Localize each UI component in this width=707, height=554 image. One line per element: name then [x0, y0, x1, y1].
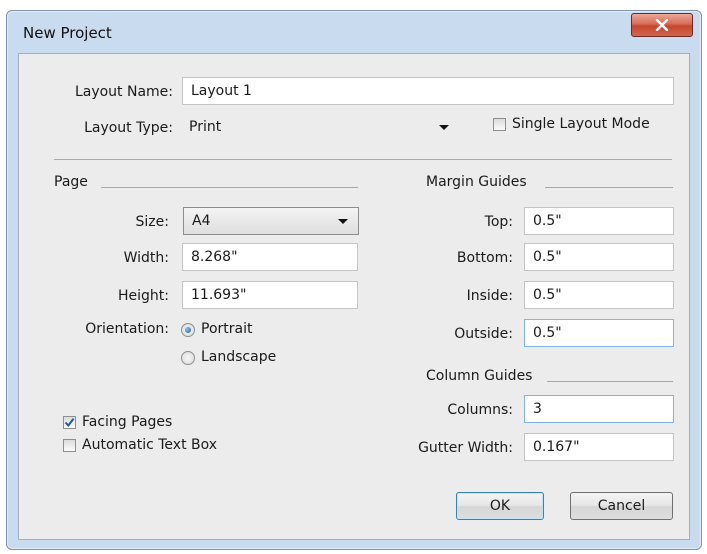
page-section-label: Page [54, 174, 88, 190]
facing-pages-checkbox[interactable]: Facing Pages [63, 412, 223, 434]
single-layout-mode-label: Single Layout Mode [512, 116, 650, 132]
dialog-body: Layout Name: Layout 1 Layout Type: Print… [18, 53, 690, 540]
columns-input[interactable]: 3 [524, 395, 674, 423]
size-select[interactable]: A4 [183, 207, 359, 235]
single-layout-mode-checkbox[interactable]: Single Layout Mode [493, 113, 683, 137]
orientation-label: Orientation: [85, 321, 169, 337]
cancel-button[interactable]: Cancel [570, 492, 673, 520]
landscape-label: Landscape [201, 349, 277, 365]
layout-type-select[interactable]: Print [182, 113, 457, 141]
portrait-radio-button[interactable] [181, 323, 195, 337]
layout-type-value: Print [189, 119, 222, 135]
landscape-radio[interactable]: Landscape [181, 348, 311, 370]
outside-label: Outside: [454, 326, 513, 342]
width-input[interactable]: 8.268" [182, 243, 358, 271]
top-margin-input[interactable]: 0.5" [524, 207, 674, 235]
facing-pages-label: Facing Pages [82, 414, 173, 430]
chevron-down-icon [439, 125, 449, 130]
dialog-title: New Project [23, 24, 112, 42]
inside-label: Inside: [466, 288, 513, 304]
width-label: Width: [123, 250, 169, 266]
layout-name-label: Layout Name: [74, 84, 173, 100]
portrait-radio[interactable]: Portrait [181, 320, 301, 342]
margin-guides-section-label: Margin Guides [426, 174, 527, 190]
check-mark-icon [64, 418, 75, 428]
page-section-line [101, 187, 358, 188]
single-layout-mode-box[interactable] [493, 118, 506, 131]
bottom-margin-input[interactable]: 0.5" [524, 243, 674, 271]
layout-name-input[interactable]: Layout 1 [182, 77, 674, 105]
close-button[interactable] [631, 13, 693, 37]
inside-margin-input[interactable]: 0.5" [524, 281, 674, 309]
landscape-radio-button[interactable] [181, 351, 195, 365]
automatic-text-box-label: Automatic Text Box [82, 437, 218, 453]
size-value: A4 [192, 213, 211, 229]
divider [54, 159, 672, 160]
columns-label: Columns: [447, 402, 513, 418]
ok-button[interactable]: OK [456, 492, 544, 520]
column-guides-section-label: Column Guides [426, 368, 533, 384]
title-bar[interactable]: New Project [7, 11, 701, 53]
new-project-dialog: New Project Layout Name: Layout 1 Layout… [6, 10, 702, 550]
top-label: Top: [484, 214, 513, 230]
layout-type-label: Layout Type: [84, 120, 173, 136]
close-icon [655, 19, 669, 31]
gutter-width-input[interactable]: 0.167" [524, 433, 674, 461]
height-label: Height: [118, 288, 169, 304]
column-guides-section-line [547, 381, 673, 382]
gutter-width-label: Gutter Width: [418, 440, 513, 456]
bottom-label: Bottom: [456, 250, 513, 266]
margin-guides-section-line [545, 187, 673, 188]
portrait-label: Portrait [201, 321, 253, 337]
height-input[interactable]: 11.693" [182, 281, 358, 309]
size-label: Size: [135, 214, 169, 230]
radio-selected-dot [185, 327, 191, 333]
automatic-text-box-box[interactable] [63, 439, 76, 452]
outside-margin-input[interactable]: 0.5" [524, 319, 674, 347]
chevron-down-icon [338, 219, 348, 224]
automatic-text-box-checkbox[interactable]: Automatic Text Box [63, 435, 263, 457]
facing-pages-box[interactable] [63, 416, 76, 429]
